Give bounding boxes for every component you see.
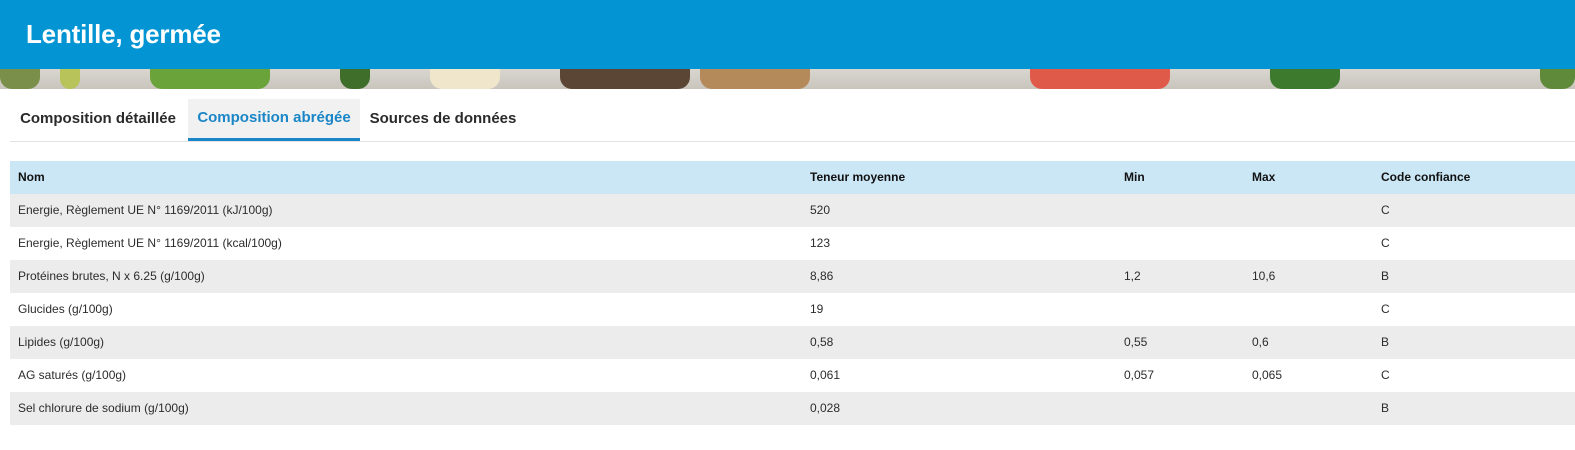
column-header-teneur: Teneur moyenne: [810, 170, 906, 184]
table-row: Lipides (g/100g) 0,58 0,55 0,6 B: [10, 326, 1575, 359]
cell-teneur: 0,061: [810, 368, 841, 382]
potato-decoration: [700, 69, 810, 89]
tab-composition-abregee[interactable]: Composition abrégée: [188, 99, 360, 141]
cell-nom: Energie, Règlement UE N° 1169/2011 (kcal…: [18, 236, 282, 250]
cell-teneur: 123: [810, 236, 831, 250]
cell-code: C: [1381, 368, 1390, 382]
cell-nom: Glucides (g/100g): [18, 302, 113, 316]
tab-composition-detaillee[interactable]: Composition détaillée: [10, 99, 186, 141]
cell-code: B: [1381, 401, 1390, 415]
green-pepper-decoration: [150, 69, 270, 89]
page-title: Lentille, germée: [26, 19, 221, 49]
cell-nom: Protéines brutes, N x 6.25 (g/100g): [18, 269, 205, 283]
column-header-max: Max: [1252, 170, 1276, 184]
cell-min: 1,2: [1124, 269, 1141, 283]
cell-max: 0,6: [1252, 335, 1269, 349]
onion-decoration: [430, 69, 500, 89]
herb-decoration: [0, 69, 40, 89]
cell-nom: AG saturés (g/100g): [18, 368, 127, 382]
cell-min: 0,55: [1124, 335, 1148, 349]
table-row: Energie, Règlement UE N° 1169/2011 (kJ/1…: [10, 194, 1575, 227]
cell-code: B: [1381, 335, 1390, 349]
cell-code: B: [1381, 269, 1390, 283]
table-row: Protéines brutes, N x 6.25 (g/100g) 8,86…: [10, 260, 1575, 293]
cell-nom: Lipides (g/100g): [18, 335, 105, 349]
column-header-nom: Nom: [18, 170, 45, 184]
pepper-decoration: [60, 69, 80, 89]
mushroom-decoration: [560, 69, 690, 89]
table-row: Glucides (g/100g) 19 C: [10, 293, 1575, 326]
page-header: Lentille, germée: [0, 0, 1575, 69]
cell-max: 0,065: [1252, 368, 1283, 382]
tab-bar: Composition détaillée Composition abrégé…: [10, 99, 1575, 142]
leaf-decoration-right: [1540, 69, 1575, 89]
column-header-code: Code confiance: [1381, 170, 1471, 184]
cell-code: C: [1381, 236, 1390, 250]
column-header-min: Min: [1124, 170, 1145, 184]
cell-max: 10,6: [1252, 269, 1276, 283]
composition-table: Nom Teneur moyenne Min Max Code confianc…: [10, 161, 1575, 425]
bean-decoration: [1270, 69, 1340, 89]
cell-teneur: 0,028: [810, 401, 841, 415]
food-banner-image: [0, 69, 1575, 89]
cell-code: C: [1381, 203, 1390, 217]
cell-teneur: 19: [810, 302, 824, 316]
cell-teneur: 8,86: [810, 269, 834, 283]
cell-min: 0,057: [1124, 368, 1155, 382]
tab-sources-de-donnees[interactable]: Sources de données: [364, 99, 522, 141]
cell-code: C: [1381, 302, 1390, 316]
leaf-decoration: [340, 69, 370, 89]
cell-teneur: 0,58: [810, 335, 834, 349]
table-row: Sel chlorure de sodium (g/100g) 0,028 B: [10, 392, 1575, 425]
watermelon-decoration: [1030, 69, 1170, 89]
table-row: Energie, Règlement UE N° 1169/2011 (kcal…: [10, 227, 1575, 260]
cell-teneur: 520: [810, 203, 831, 217]
table-header-row: Nom Teneur moyenne Min Max Code confianc…: [10, 161, 1575, 194]
table-row: AG saturés (g/100g) 0,061 0,057 0,065 C: [10, 359, 1575, 392]
cell-nom: Sel chlorure de sodium (g/100g): [18, 401, 189, 415]
cell-nom: Energie, Règlement UE N° 1169/2011 (kJ/1…: [18, 203, 273, 217]
